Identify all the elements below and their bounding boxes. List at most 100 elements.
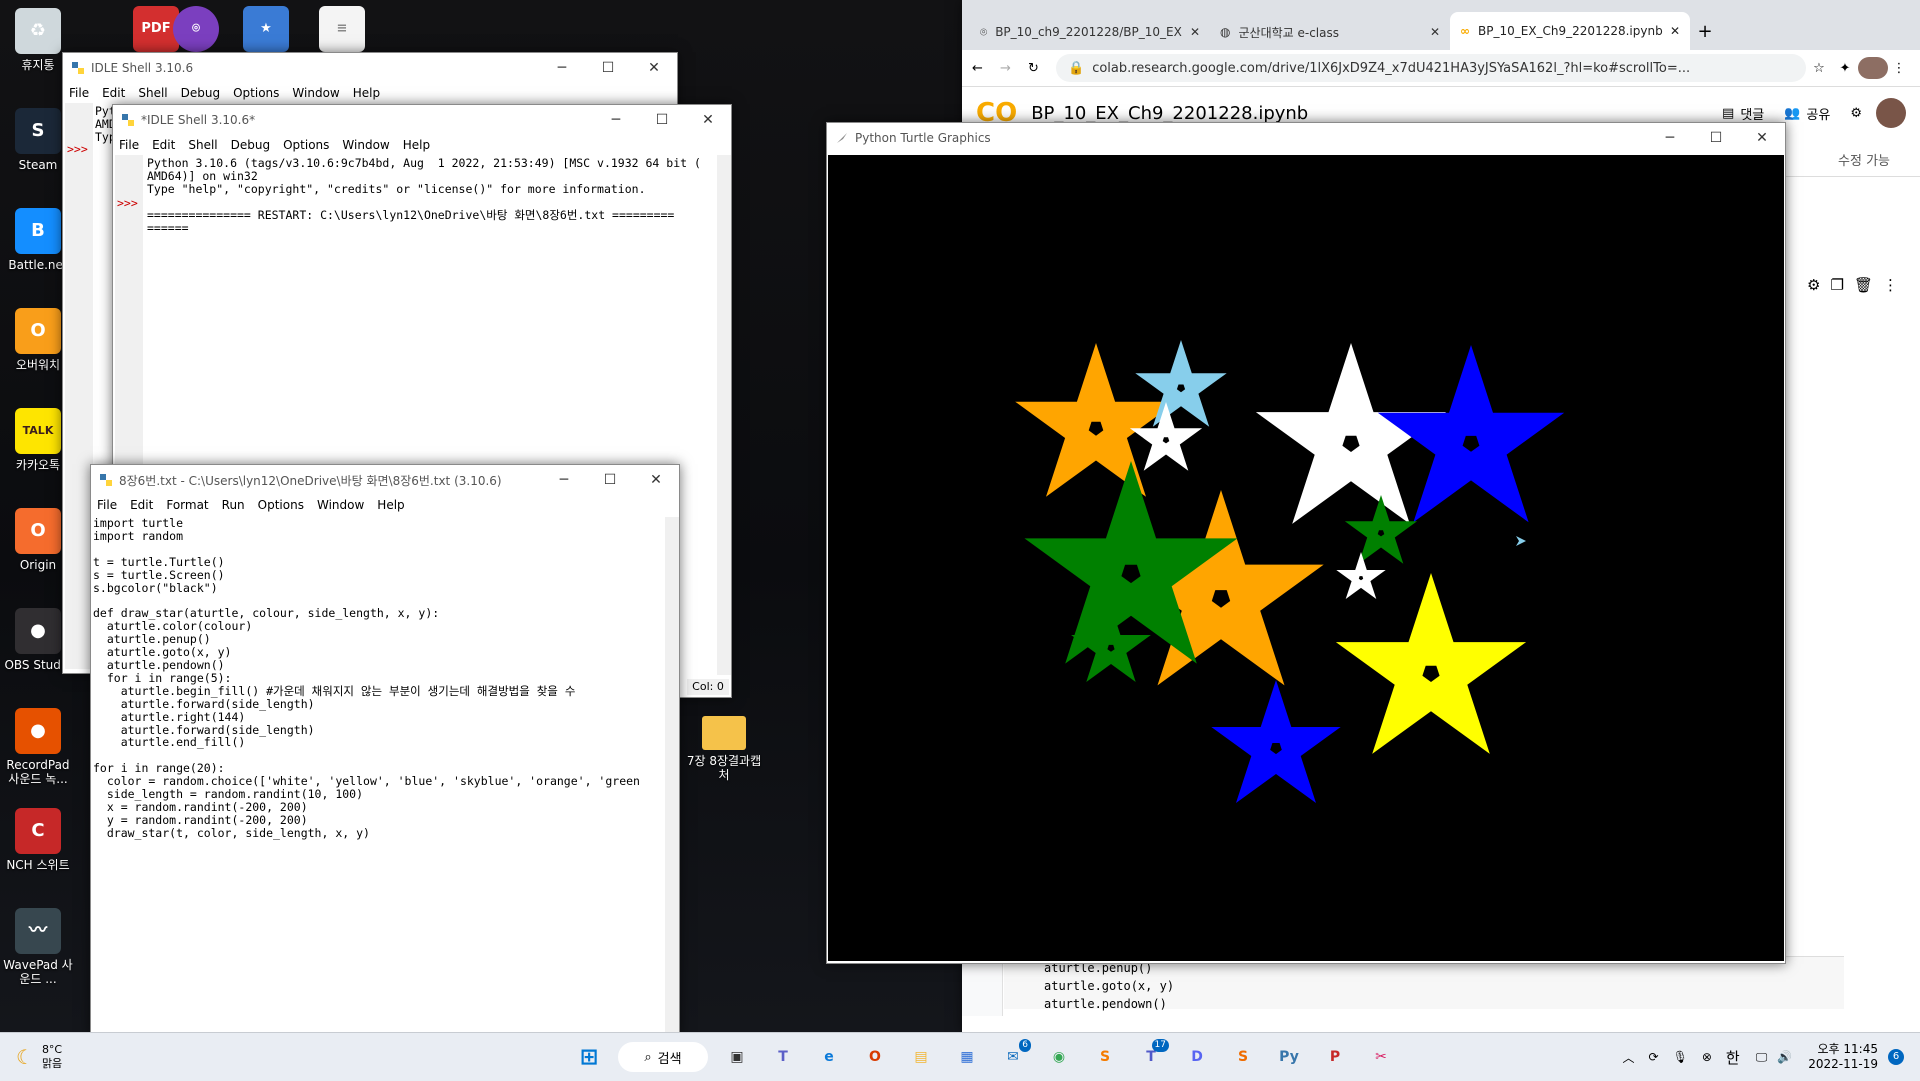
tab-github[interactable]: ⌾ BP_10_ch9_2201228/BP_10_EX ✕ xyxy=(970,14,1210,50)
menu-edit[interactable]: Edit xyxy=(102,86,125,100)
menu-debug[interactable]: Debug xyxy=(231,138,270,152)
menu-help[interactable]: Help xyxy=(353,86,380,100)
cell-settings-icon[interactable]: ⚙ xyxy=(1807,276,1830,294)
cell-copy-icon[interactable]: ❐ xyxy=(1831,276,1854,294)
minimize-button[interactable]: ─ xyxy=(541,465,587,495)
menu-options[interactable]: Options xyxy=(233,86,279,100)
clock[interactable]: 오후 11:45 2022-11-19 xyxy=(1808,1042,1878,1072)
taskbar-app-teams-chat[interactable]: T 17 xyxy=(1131,1037,1171,1077)
close-button[interactable]: ✕ xyxy=(631,53,677,83)
taskbar-app-pdf-app[interactable]: P xyxy=(1315,1037,1355,1077)
menu-window[interactable]: Window xyxy=(317,498,364,512)
settings-icon[interactable]: ⚙ xyxy=(1850,106,1862,121)
window-titlebar[interactable]: 8장6번.txt - C:\Users\lyn12\OneDrive\바탕 화면… xyxy=(91,465,679,495)
reload-icon[interactable]: ↻ xyxy=(1028,61,1056,76)
vertical-scrollbar[interactable] xyxy=(665,517,679,1035)
taskbar-app-mail[interactable]: ✉ 6 xyxy=(993,1037,1033,1077)
comment-button[interactable]: 댓글 xyxy=(1740,104,1764,123)
extensions-icon[interactable]: ✦ xyxy=(1832,61,1858,76)
code-editor[interactable]: import turtle import random t = turtle.T… xyxy=(93,517,663,840)
window-titlebar[interactable]: IDLE Shell 3.10.6 ─ ☐ ✕ xyxy=(63,53,677,83)
menu-options[interactable]: Options xyxy=(283,138,329,152)
star-icon[interactable]: ☆ xyxy=(1806,61,1832,76)
address-bar[interactable]: 🔒 colab.research.google.com/drive/1lX6JxD… xyxy=(1056,54,1806,82)
close-button[interactable]: ✕ xyxy=(633,465,679,495)
taskbar-app-sound-app[interactable]: S xyxy=(1085,1037,1125,1077)
taskbar-app-swiftkey[interactable]: S xyxy=(1223,1037,1263,1077)
profile-avatar[interactable] xyxy=(1858,57,1888,79)
desktop-text-file-icon[interactable]: ≡ xyxy=(304,6,380,56)
window-titlebar[interactable]: *IDLE Shell 3.10.6* ─ ☐ ✕ xyxy=(113,105,731,135)
tab-colab[interactable]: ∞ BP_10_EX_Ch9_2201228.ipynb ✕ xyxy=(1450,12,1690,50)
menu-help[interactable]: Help xyxy=(403,138,430,152)
shell-output[interactable]: Python 3.10.6 (tags/v3.10.6:9c7b4bd, Aug… xyxy=(147,157,701,235)
desktop-shortcut[interactable]: 〰 WavePad 사운드 ... xyxy=(0,908,76,986)
taskbar-app-chrome[interactable]: ◉ xyxy=(1039,1037,1079,1077)
weather-widget[interactable]: ☾ 8°C 맑음 xyxy=(0,1043,106,1071)
minimize-button[interactable]: ─ xyxy=(593,105,639,135)
notification-badge[interactable]: 6 xyxy=(1888,1049,1904,1065)
tab-close-icon[interactable]: ✕ xyxy=(1190,25,1200,39)
account-avatar[interactable] xyxy=(1876,98,1906,128)
new-tab-button[interactable]: + xyxy=(1690,14,1720,50)
blocked-icon[interactable]: ⊗ xyxy=(1702,1050,1712,1064)
maximize-button[interactable]: ☐ xyxy=(639,105,685,135)
editor-window[interactable]: 8장6번.txt - C:\Users\lyn12\OneDrive\바탕 화면… xyxy=(90,464,680,1036)
network-icon[interactable]: 🖵 xyxy=(1756,1050,1768,1065)
menu-shell[interactable]: Shell xyxy=(188,138,217,152)
taskbar-app-store[interactable]: ▦ xyxy=(947,1037,987,1077)
desktop-game-icon[interactable]: ★ xyxy=(228,6,304,56)
menu-edit[interactable]: Edit xyxy=(152,138,175,152)
taskbar-app-discord[interactable]: D xyxy=(1177,1037,1217,1077)
sync-icon[interactable]: ⟳ xyxy=(1649,1050,1659,1064)
notebook-title[interactable]: BP_10_EX_Ch9_2201228.ipynb xyxy=(1031,103,1722,124)
share-button[interactable]: 공유 xyxy=(1806,104,1830,123)
minimize-button[interactable]: ─ xyxy=(539,53,585,83)
desktop-shortcut[interactable]: ● RecordPad 사운드 녹... xyxy=(0,708,76,786)
desktop-github-icon[interactable]: ⌾ xyxy=(158,6,234,56)
tab-close-icon[interactable]: ✕ xyxy=(1430,25,1440,39)
menu-shell[interactable]: Shell xyxy=(138,86,167,100)
forward-icon[interactable]: → xyxy=(1000,61,1028,76)
menu-file[interactable]: File xyxy=(119,138,139,152)
window-titlebar[interactable]: Python Turtle Graphics ─ ☐ ✕ xyxy=(827,123,1785,153)
taskbar-app-office[interactable]: O xyxy=(855,1037,895,1077)
taskbar-app-explorer[interactable]: ▤ xyxy=(901,1037,941,1077)
menu-window[interactable]: Window xyxy=(342,138,389,152)
maximize-button[interactable]: ☐ xyxy=(587,465,633,495)
trash-icon[interactable]: 🗑 xyxy=(1854,276,1883,294)
menu-debug[interactable]: Debug xyxy=(181,86,220,100)
turtle-window[interactable]: Python Turtle Graphics ─ ☐ ✕ xyxy=(826,122,1786,964)
taskbar-app-teams[interactable]: T xyxy=(763,1037,803,1077)
menu-format[interactable]: Format xyxy=(166,498,208,512)
vertical-scrollbar[interactable] xyxy=(717,155,731,675)
tab-close-icon[interactable]: ✕ xyxy=(1670,24,1680,38)
maximize-button[interactable]: ☐ xyxy=(1693,123,1739,153)
taskbar-app-edge[interactable]: e xyxy=(809,1037,849,1077)
close-button[interactable]: ✕ xyxy=(1739,123,1785,153)
back-icon[interactable]: ← xyxy=(972,61,1000,76)
maximize-button[interactable]: ☐ xyxy=(585,53,631,83)
start-button[interactable]: ⊞ xyxy=(569,1037,609,1077)
close-button[interactable]: ✕ xyxy=(685,105,731,135)
chevron-up-icon[interactable]: ︿ xyxy=(1623,1049,1635,1066)
search-button[interactable]: ⌕ 검색 xyxy=(618,1042,708,1072)
menu-options[interactable]: Options xyxy=(258,498,304,512)
menu-file[interactable]: File xyxy=(97,498,117,512)
menu-file[interactable]: File xyxy=(69,86,89,100)
more-icon[interactable]: ⋮ xyxy=(1883,276,1908,294)
ime-indicator[interactable]: 한 xyxy=(1726,1047,1740,1068)
menu-help[interactable]: Help xyxy=(377,498,404,512)
minimize-button[interactable]: ─ xyxy=(1647,123,1693,153)
desktop-shortcut[interactable]: C NCH 스위트 xyxy=(0,808,76,872)
tab-eclass[interactable]: ◍ 군산대학교 e-class ✕ xyxy=(1210,14,1450,50)
desktop-folder[interactable]: 7장 8장결과캡처 xyxy=(686,710,762,782)
menu-run[interactable]: Run xyxy=(222,498,245,512)
menu-edit[interactable]: Edit xyxy=(130,498,153,512)
taskbar-app-python[interactable]: Py xyxy=(1269,1037,1309,1077)
volume-icon[interactable]: 🔊 xyxy=(1777,1050,1792,1064)
menu-window[interactable]: Window xyxy=(292,86,339,100)
taskbar-app-snipping[interactable]: ✂ xyxy=(1361,1037,1401,1077)
taskbar-app-task-view[interactable]: ▣ xyxy=(717,1037,757,1077)
mic-icon[interactable]: 🎙 xyxy=(1673,1050,1688,1064)
